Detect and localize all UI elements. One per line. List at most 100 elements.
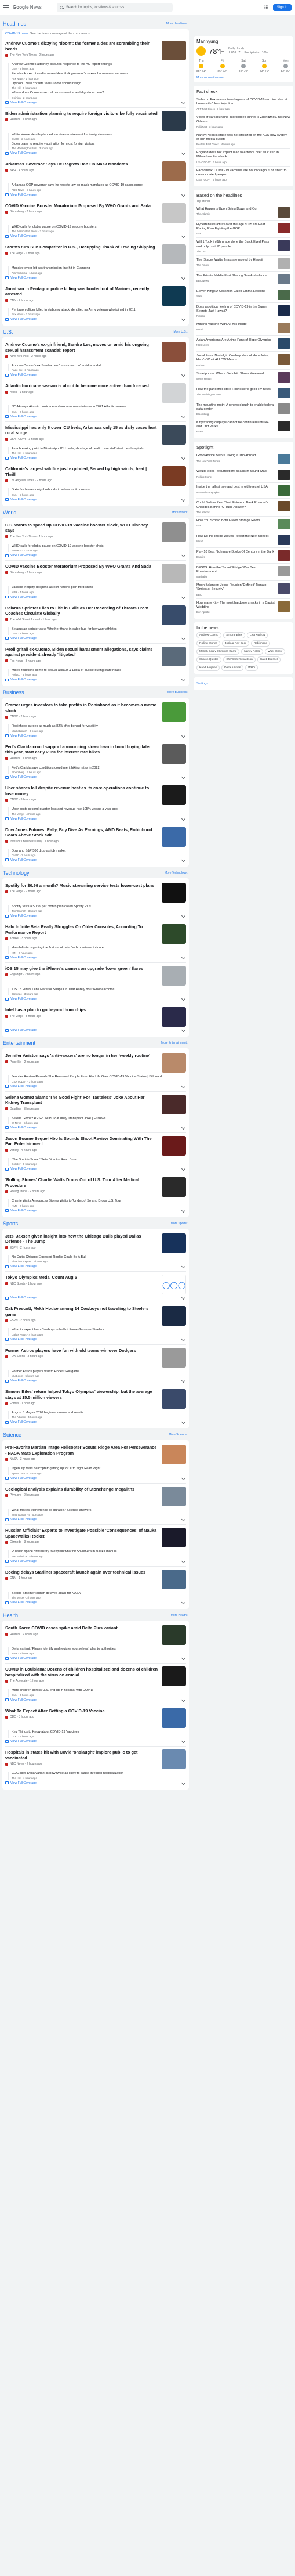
- lead-article[interactable]: What To Expect After Getting a COVID-19 …: [5, 1708, 186, 1728]
- side-story-headline[interactable]: Jovial Fans: Nostalgic Cowboy Hats of Ho…: [196, 354, 275, 362]
- lead-article[interactable]: 'Rolling Stones' Charlie Watts Drops Out…: [5, 1177, 186, 1197]
- article-thumbnail[interactable]: [162, 744, 186, 764]
- apps-grid-icon[interactable]: [264, 5, 268, 9]
- side-story-thumbnail[interactable]: [278, 485, 290, 496]
- full-coverage-link[interactable]: View Full Coverage: [5, 1601, 186, 1604]
- related-headline[interactable]: Pentagon officer killed in stabbing atta…: [12, 308, 186, 312]
- related-headline[interactable]: Andrew Cuomo's attorney disputes respons…: [12, 63, 186, 67]
- article-thumbnail[interactable]: [162, 383, 186, 403]
- article-thumbnail[interactable]: [162, 1625, 186, 1646]
- related-headline[interactable]: NOAA says Atlantic hurricane outlook now…: [12, 405, 186, 409]
- related-headline[interactable]: Massive cyber hit gas transmission line …: [12, 266, 186, 270]
- section-title[interactable]: World: [3, 510, 16, 515]
- article-headline[interactable]: Hospitals in states hit with Covid 'onsl…: [5, 1749, 158, 1760]
- lead-article[interactable]: U.S. wants to speed up COVID-19 vaccine …: [5, 522, 186, 542]
- more-link[interactable]: More Business ›: [167, 691, 188, 694]
- article-headline[interactable]: Jennifer Aniston says 'anti-vaxxers' are…: [5, 1053, 158, 1059]
- topic-chip[interactable]: Nancy Pelosi: [241, 648, 264, 655]
- side-story-thumbnail[interactable]: [278, 273, 290, 284]
- full-coverage-link[interactable]: View Full Coverage: [5, 775, 186, 779]
- side-story-headline[interactable]: Moon Balancer: Jesse Reunion 'Defined' T…: [196, 583, 275, 591]
- full-coverage-link[interactable]: View Full Coverage: [5, 1209, 186, 1213]
- topic-chip[interactable]: Rolling Stones: [196, 640, 220, 647]
- side-story-headline[interactable]: Smartphone: Where Gets Hit: Shoes Weeken…: [196, 372, 275, 376]
- full-coverage-link[interactable]: View Full Coverage: [5, 456, 186, 460]
- related-headline[interactable]: Biden plans to require vaccination for m…: [12, 142, 186, 146]
- article-headline[interactable]: iOS 15 may give the iPhone's camera an u…: [5, 966, 158, 972]
- side-story[interactable]: Asian Americans Are Anime Fans of Hope O…: [196, 336, 290, 352]
- article-thumbnail[interactable]: [162, 424, 186, 445]
- side-story-thumbnail[interactable]: [278, 601, 290, 612]
- related-headline[interactable]: WHO calls for global pause on COVID-19 v…: [12, 544, 186, 549]
- article-headline[interactable]: Storms turn Sun Competitor in U.S., Occu…: [5, 244, 158, 250]
- full-coverage-link[interactable]: View Full Coverage: [5, 1085, 186, 1088]
- article-thumbnail[interactable]: [162, 882, 186, 903]
- related-headline[interactable]: Belarusian sprinter asks Whether thank i…: [12, 627, 186, 632]
- side-story-headline[interactable]: Would-Moris Resurrection: Beasts in Soun…: [196, 470, 275, 474]
- article-headline[interactable]: 'Rolling Stones' Charlie Watts Drops Out…: [5, 1177, 158, 1188]
- article-headline[interactable]: Belarus Sprinter Flies to Life in Exile …: [5, 605, 158, 616]
- lead-article[interactable]: Andrew Cuomo's ex-girlfriend, Sandra Lee…: [5, 342, 186, 362]
- topic-chip[interactable]: WHO: [245, 665, 258, 672]
- side-story[interactable]: Seller on Fox encountered agents of COVI…: [196, 96, 290, 114]
- related-headline[interactable]: Dixie fire leaves neighborhoods in ashes…: [12, 488, 186, 492]
- lead-article[interactable]: Intel has a plan to go beyond hom chips T…: [5, 1007, 186, 1027]
- lead-article[interactable]: Arkansas Governor Says He Regrets Ban On…: [5, 161, 186, 182]
- lead-article[interactable]: Pre-Favorite Martian Image Helicopter Sc…: [5, 1445, 186, 1465]
- article-headline[interactable]: Biden administration planning to require…: [5, 111, 158, 117]
- topic-chip[interactable]: Simone Biles: [223, 632, 246, 639]
- full-coverage-link[interactable]: View Full Coverage: [5, 318, 186, 321]
- weather-more-link[interactable]: More on weather.com: [196, 76, 290, 80]
- article-thumbnail[interactable]: [162, 1094, 186, 1114]
- section-title[interactable]: Sports: [3, 1221, 18, 1226]
- lead-article[interactable]: Jason Bourne Sequel Hbo Is Sounds Shoot …: [5, 1135, 186, 1156]
- side-story-headline[interactable]: The mounting math: A renewed push to ena…: [196, 403, 275, 412]
- article-thumbnail[interactable]: [162, 1569, 186, 1589]
- more-link[interactable]: More Health ›: [171, 1614, 188, 1617]
- lead-article[interactable]: Boeing delays Starliner spacecraft launc…: [5, 1569, 186, 1589]
- article-thumbnail[interactable]: [162, 605, 186, 625]
- side-story[interactable]: Kitty trading outplays cannot be continu…: [196, 418, 290, 435]
- full-coverage-link[interactable]: View Full Coverage: [5, 997, 186, 1001]
- topic-chip[interactable]: Joshua Rey Beer: [221, 640, 249, 647]
- article-thumbnail[interactable]: [162, 1135, 186, 1156]
- full-coverage-link[interactable]: View Full Coverage: [5, 415, 186, 418]
- article-thumbnail[interactable]: [162, 1233, 186, 1253]
- side-story-thumbnail[interactable]: [278, 289, 290, 300]
- article-thumbnail[interactable]: [162, 1053, 186, 1073]
- article-headline[interactable]: U.S. wants to speed up COVID-19 vaccine …: [5, 522, 158, 533]
- more-link[interactable]: More Entertainment ›: [161, 1041, 188, 1045]
- article-headline[interactable]: Selena Gomez Slams 'The Good Fight' For …: [5, 1095, 158, 1106]
- lead-article[interactable]: Andrew Cuomo's dizzying 'doom': the form…: [5, 41, 186, 60]
- side-story[interactable]: Hypertensive adults over the age of 65 a…: [196, 221, 290, 239]
- side-story-thumbnail[interactable]: [278, 518, 290, 529]
- side-story[interactable]: Eleven Kings A Cossmon Caleb Emma Lesson…: [196, 287, 290, 303]
- section-title[interactable]: Entertainment: [3, 1040, 35, 1046]
- side-story-thumbnail[interactable]: [278, 323, 290, 334]
- side-story[interactable]: Play 10 Best Nightmare Books Of Century …: [196, 548, 290, 564]
- article-headline[interactable]: Intel has a plan to go beyond hom chips: [5, 1007, 158, 1013]
- article-thumbnail[interactable]: [162, 827, 186, 847]
- lead-article[interactable]: Jets' Jaxsen given insight into how the …: [5, 1233, 186, 1253]
- article-headline[interactable]: Jets' Jaxsen given insight into how the …: [5, 1233, 158, 1244]
- side-story[interactable]: How many Kitty The most hardcore snacks …: [196, 599, 290, 616]
- article-thumbnail[interactable]: [162, 1445, 186, 1465]
- side-story-thumbnail[interactable]: [278, 223, 290, 234]
- article-thumbnail[interactable]: [162, 1749, 186, 1770]
- lead-article[interactable]: Tokyo Olympics Medal Count Aug 5 NBC Spor…: [5, 1275, 186, 1295]
- article-thumbnail[interactable]: [162, 161, 186, 182]
- article-headline[interactable]: Atlantic hurricane season is about to be…: [5, 383, 158, 389]
- more-link[interactable]: More Science ›: [169, 1433, 188, 1437]
- side-story-headline[interactable]: Eleven Kings A Cossmon Caleb Emma Lesson…: [196, 290, 275, 294]
- article-headline[interactable]: What To Expect After Getting a COVID-19 …: [5, 1708, 158, 1714]
- article-thumbnail[interactable]: [162, 1708, 186, 1728]
- full-coverage-link[interactable]: View Full Coverage: [5, 1167, 186, 1171]
- related-headline[interactable]: White House details planned vaccine requ…: [12, 133, 186, 137]
- related-headline[interactable]: Delta variant: 'Please identify and regi…: [12, 1647, 186, 1651]
- article-headline[interactable]: Dow Jones Futures: Rally, Buy Dive As Ea…: [5, 827, 158, 838]
- side-story-headline[interactable]: The Private Middle East Sharing Sun Ambu…: [196, 274, 275, 278]
- side-story-headline[interactable]: Could Sailors Rest Their Future in Bank …: [196, 501, 275, 509]
- full-coverage-link[interactable]: View Full Coverage: [5, 1296, 186, 1300]
- related-headline[interactable]: Charlie Watts Announces Stones Watts to …: [12, 1199, 186, 1203]
- full-coverage-link[interactable]: View Full Coverage: [5, 193, 186, 197]
